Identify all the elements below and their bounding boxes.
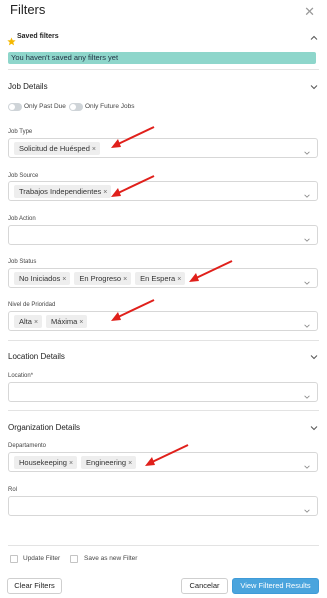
selected-chip: Solicitud de Huésped × [14, 142, 100, 155]
chevron-down-icon[interactable] [309, 82, 319, 92]
chip-label: Alta [19, 317, 32, 326]
job-source-select[interactable]: Trabajos Independientes × [8, 181, 318, 201]
remove-chip-icon[interactable]: × [103, 186, 107, 199]
remove-chip-icon[interactable]: × [62, 273, 66, 286]
chevron-down-icon[interactable] [309, 423, 319, 433]
toggle-switch[interactable] [8, 103, 22, 111]
chevron-down-icon[interactable] [303, 502, 311, 513]
priority-select[interactable]: Alta × Máxima × [8, 311, 318, 331]
remove-chip-icon[interactable]: × [128, 457, 132, 470]
update-filter-label: Update Filter [23, 555, 61, 562]
organization-details-header[interactable]: Organization Details [0, 421, 327, 439]
priority-label: Nivel de Prioridad [8, 302, 56, 308]
chevron-down-icon[interactable] [303, 231, 311, 242]
annotation-arrow [145, 444, 189, 466]
chevron-down-icon[interactable] [303, 388, 311, 399]
save-options: Update Filter Save as new Filter [8, 554, 308, 566]
divider [8, 410, 319, 411]
chevron-down-icon[interactable] [309, 352, 319, 362]
selected-chip: Máxima × [46, 315, 88, 329]
page-title: Filters [10, 2, 46, 17]
toggle-label: Only Past Due [24, 103, 66, 110]
chip-label: Trabajos Independientes [19, 187, 102, 196]
job-status-label: Job Status [8, 259, 37, 265]
update-filter-checkbox[interactable] [10, 555, 18, 563]
selected-chip: En Espera × [135, 272, 186, 286]
selected-chip: Alta × [14, 315, 43, 329]
job-details-header[interactable]: Job Details [0, 80, 327, 98]
star-icon [7, 33, 16, 46]
departamento-label: Departamento [8, 443, 47, 449]
chip-list: Solicitud de Huésped × [14, 142, 104, 155]
cancel-button[interactable]: Cancelar [181, 578, 228, 594]
no-saved-filters-banner: You haven't saved any filters yet [8, 52, 316, 64]
job-details-title: Job Details [8, 82, 48, 91]
remove-chip-icon[interactable]: × [79, 316, 83, 329]
annotation-arrow [189, 260, 233, 282]
remove-chip-icon[interactable]: × [34, 316, 38, 329]
job-action-select[interactable] [8, 225, 318, 245]
save-as-new-checkbox[interactable] [70, 555, 78, 563]
selected-chip: No Iniciados × [14, 272, 71, 286]
chip-list: No Iniciados × En Progreso × En Espera × [14, 272, 189, 285]
location-label: Location* [8, 373, 33, 379]
remove-chip-icon[interactable]: × [69, 457, 73, 470]
rol-select[interactable] [8, 496, 318, 516]
chip-label: Máxima [51, 317, 78, 326]
remove-chip-icon[interactable]: × [123, 273, 127, 286]
chevron-down-icon[interactable] [303, 144, 311, 155]
selected-chip: Engineering × [81, 456, 137, 470]
saved-filters-header[interactable]: Saved filters [0, 31, 327, 49]
save-as-new-label: Save as new Filter [84, 555, 138, 562]
clear-filters-button[interactable]: Clear Filters [7, 578, 62, 594]
chevron-down-icon[interactable] [303, 458, 311, 469]
chip-label: En Espera [140, 274, 176, 283]
chip-list: Alta × Máxima × [14, 315, 91, 328]
selected-chip: Trabajos Independientes × [14, 185, 112, 199]
chevron-down-icon[interactable] [303, 274, 311, 285]
saved-filters-title: Saved filters [17, 33, 59, 40]
job-source-label: Job Source [8, 173, 39, 179]
chip-label: Engineering [86, 458, 127, 467]
divider [8, 69, 319, 70]
view-filtered-results-button[interactable]: View Filtered Results [232, 578, 319, 594]
annotation-arrow [111, 175, 155, 197]
rol-label: Rol [8, 487, 18, 493]
job-type-label: Job Type [8, 129, 33, 135]
organization-details-title: Organization Details [8, 423, 81, 432]
toggle-label: Only Future Jobs [85, 103, 135, 110]
job-toggles: Only Past Due Only Future Jobs [8, 101, 308, 113]
annotation-arrow [111, 126, 155, 148]
remove-chip-icon[interactable]: × [177, 273, 181, 286]
location-label-text: Location [8, 373, 31, 379]
chip-list: Housekeeping × Engineering × [14, 456, 140, 469]
divider [8, 340, 319, 341]
filters-header: Filters ✕ [0, 0, 327, 22]
close-icon[interactable]: ✕ [304, 5, 315, 18]
divider [8, 545, 319, 546]
job-action-label: Job Action [8, 216, 36, 222]
chevron-down-icon[interactable] [303, 317, 311, 328]
chip-label: Solicitud de Huésped [19, 144, 90, 153]
required-mark: * [30, 373, 34, 379]
chip-list: Trabajos Independientes × [14, 185, 115, 198]
location-details-title: Location Details [8, 352, 65, 361]
selected-chip: Housekeeping × [14, 456, 78, 470]
annotation-arrow [111, 299, 155, 321]
location-select[interactable] [8, 382, 318, 402]
selected-chip: En Progreso × [74, 272, 132, 286]
chevron-down-icon[interactable] [303, 187, 311, 198]
job-status-select[interactable]: No Iniciados × En Progreso × En Espera × [8, 268, 318, 288]
chip-label: No Iniciados [19, 274, 61, 283]
chevron-up-icon[interactable] [309, 33, 319, 43]
location-details-header[interactable]: Location Details [0, 350, 327, 368]
chip-label: En Progreso [79, 274, 122, 283]
toggle-switch[interactable] [69, 103, 83, 111]
job-type-select[interactable]: Solicitud de Huésped × [8, 138, 318, 158]
chip-label: Housekeeping [19, 458, 67, 467]
remove-chip-icon[interactable]: × [92, 143, 96, 156]
